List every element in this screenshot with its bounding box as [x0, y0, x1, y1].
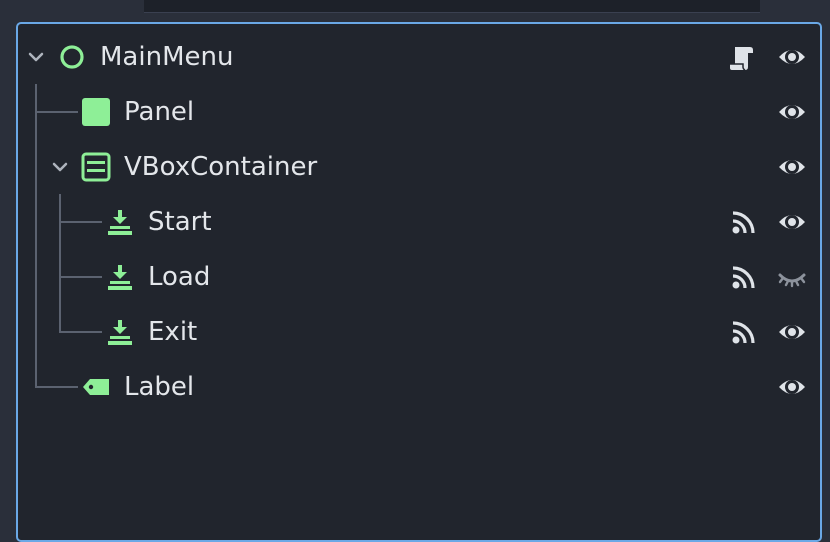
- tree-item-panel[interactable]: Panel: [20, 84, 820, 139]
- tree-item-label: Load: [148, 261, 211, 292]
- visibility-eye-icon[interactable]: [776, 206, 808, 238]
- tree-item-vboxcontainer[interactable]: VBoxContainer: [20, 139, 820, 194]
- visibility-hidden-icon[interactable]: [776, 261, 808, 293]
- button-icon: [105, 262, 135, 292]
- tree-item-exit[interactable]: Exit: [20, 304, 820, 359]
- tree-item-label: Exit: [148, 316, 198, 347]
- tree-item-label: MainMenu: [100, 41, 234, 72]
- vbox-container-icon: [81, 152, 111, 182]
- panel-icon: [81, 97, 111, 127]
- visibility-eye-icon[interactable]: [776, 151, 808, 183]
- button-icon: [105, 317, 135, 347]
- button-icon: [105, 207, 135, 237]
- tree-item-start[interactable]: Start: [20, 194, 820, 249]
- visibility-eye-icon[interactable]: [776, 371, 808, 403]
- visibility-eye-icon[interactable]: [776, 96, 808, 128]
- tree-item-mainmenu[interactable]: MainMenu: [20, 29, 820, 84]
- visibility-eye-icon[interactable]: [776, 316, 808, 348]
- tree-item-label: Panel: [124, 96, 195, 127]
- top-toolbar-strip: [144, 0, 760, 13]
- signals-icon[interactable]: [728, 206, 760, 238]
- label-tag-icon: [81, 372, 111, 402]
- signals-icon[interactable]: [728, 261, 760, 293]
- visibility-eye-icon[interactable]: [776, 41, 808, 73]
- tree-item-label: Label: [124, 371, 195, 402]
- circle-node-icon: [57, 42, 87, 72]
- signals-icon[interactable]: [728, 316, 760, 348]
- tree-item-label: VBoxContainer: [124, 151, 318, 182]
- chevron-down-icon[interactable]: [26, 47, 46, 67]
- tree-item-label-node[interactable]: Label: [20, 359, 820, 414]
- script-icon[interactable]: [726, 41, 758, 73]
- chevron-down-icon[interactable]: [50, 157, 70, 177]
- tree-item-load[interactable]: Load: [20, 249, 820, 304]
- tree-item-label: Start: [148, 206, 212, 237]
